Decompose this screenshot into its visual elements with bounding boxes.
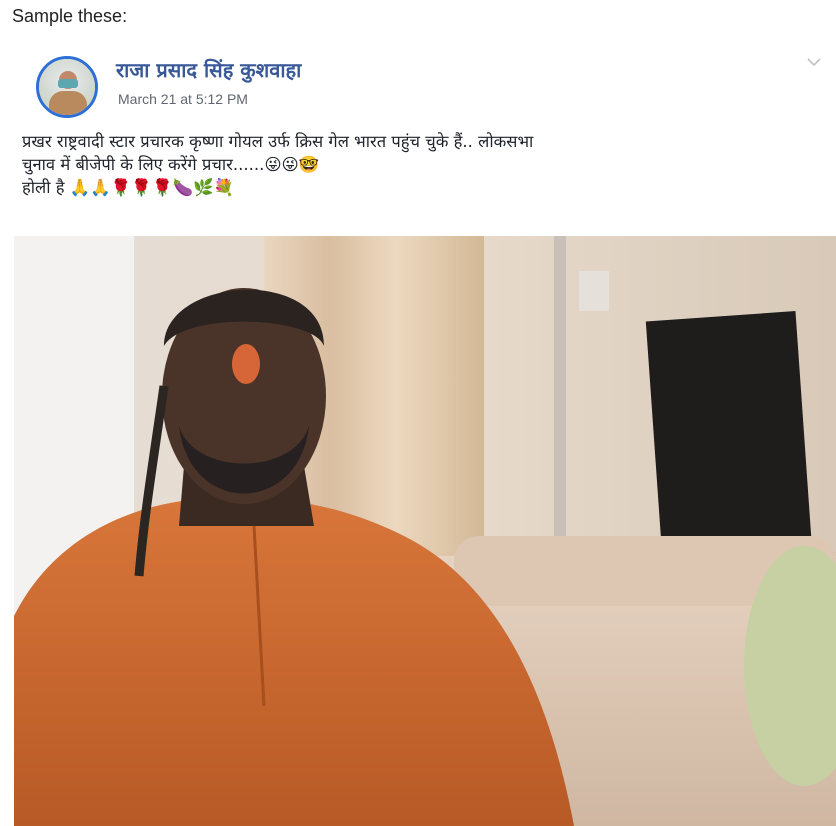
photo-switch [579, 271, 609, 311]
post-text-line-3-text: होली है [22, 178, 65, 197]
post-text: प्रखर राष्ट्रवादी स्टार प्रचारक कृष्णा ग… [22, 130, 822, 199]
profile-avatar[interactable] [36, 56, 98, 118]
folded-hands-rose-emoji-icon: 🙏🙏🌹🌹🌹🍆🌿💐 [69, 178, 235, 197]
chevron-down-icon[interactable] [806, 56, 822, 68]
photo-tilak-mark [232, 344, 260, 384]
laughing-emoji-icon: 😜😜🤓 [264, 155, 320, 174]
post-photo[interactable] [14, 236, 836, 826]
post-text-line-3: होली है 🙏🙏🌹🌹🌹🍆🌿💐 [22, 176, 822, 199]
photo-dark-panel [645, 311, 813, 561]
caption: Sample these: [12, 6, 128, 26]
author-name[interactable]: राजा प्रसाद सिंह कुशवाहा [116, 56, 301, 83]
post-text-line-2-text: चुनाव में बीजेपी के लिए करेंगे प्रचार...… [22, 155, 265, 174]
post-text-line-1: प्रखर राष्ट्रवादी स्टार प्रचारक कृष्णा ग… [22, 132, 534, 151]
post-timestamp[interactable]: March 21 at 5:12 PM [118, 91, 248, 107]
post-text-line-2: चुनाव में बीजेपी के लिए करेंगे प्रचार...… [22, 153, 822, 176]
facebook-post: राजा प्रसाद सिंह कुशवाहा March 21 at 5:1… [0, 40, 836, 826]
photo-lamp-stand [554, 236, 566, 586]
